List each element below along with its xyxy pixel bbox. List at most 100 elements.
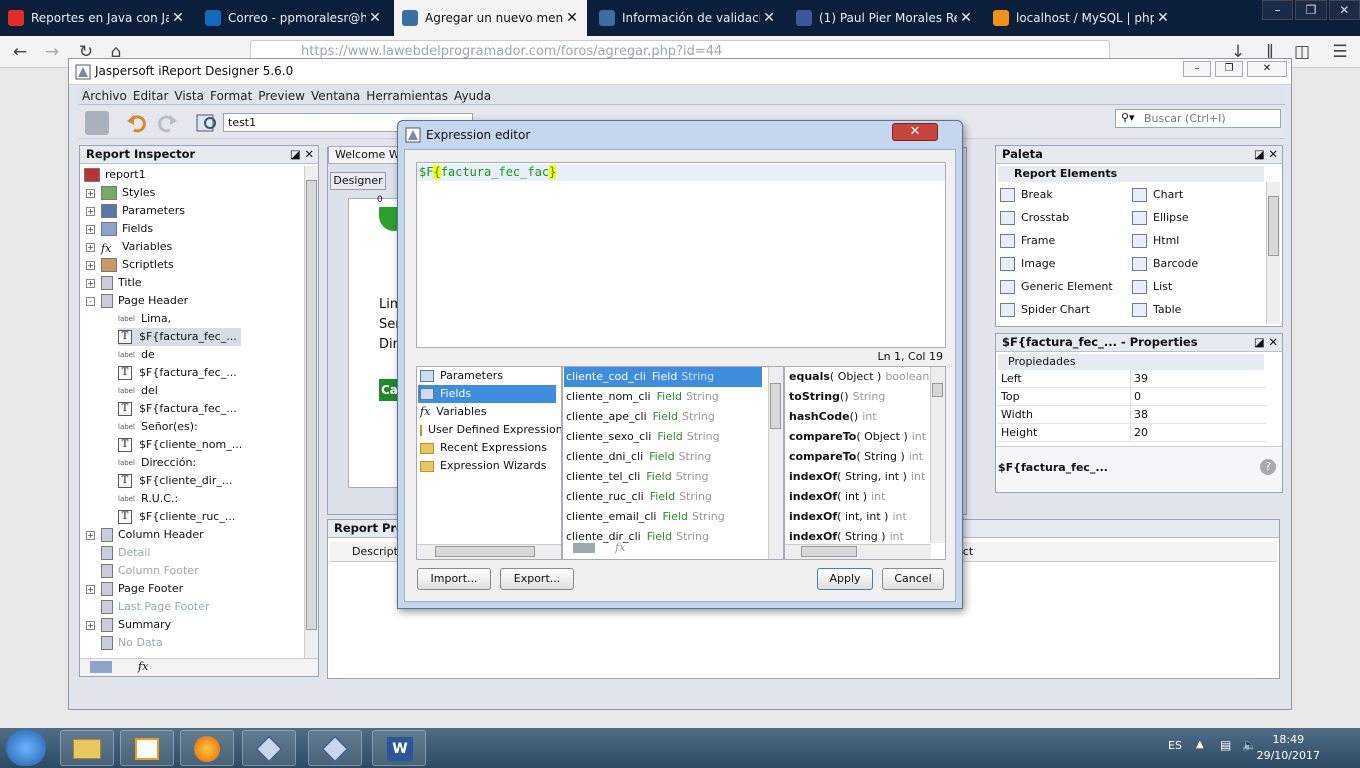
category-item[interactable]: Expression Wizards [418,457,556,475]
browser-tab[interactable]: Correo - ppmoralesr@hot ✕ [197,0,390,36]
import-button[interactable]: Import... [417,568,491,590]
tree-item[interactable]: + fx Variables [86,238,172,256]
fields-scrollbar[interactable] [768,367,783,559]
tab-close-icon[interactable]: ✕ [957,10,975,26]
palette-item[interactable]: Frame [1000,230,1055,252]
tab-designer[interactable]: Designer [330,172,386,190]
tree-expander-icon[interactable]: + [86,242,95,252]
category-list[interactable]: Parameters Fields fx Variables User Defined … [416,366,562,560]
help-icon[interactable]: ? [1260,459,1276,475]
panel-close-icon[interactable]: ◪ ✕ [1254,334,1278,351]
ireport-minimize-icon[interactable]: – [1183,61,1211,77]
tree-expander-icon[interactable] [86,602,95,612]
browser-tab[interactable]: Reportes en Java con Jasp✕ [0,0,193,36]
ireport-close-icon[interactable]: ✕ [1247,61,1287,77]
menu-item[interactable]: Vista [171,87,207,105]
field-item[interactable]: cliente_tel_cli Field String [564,467,762,487]
method-item[interactable]: indexOf( String ) int [786,527,904,547]
tree-item[interactable]: + Title [86,274,142,292]
palette-item[interactable]: Image [1000,253,1055,275]
category-item[interactable]: Fields [418,385,556,403]
menu-item[interactable]: Herramientas [363,87,451,105]
restore-icon[interactable]: ❐ [1295,0,1327,20]
category-item[interactable]: Parameters [418,367,556,385]
tree-item[interactable]: + Fields [86,220,153,238]
field-item[interactable]: cliente_dir_cli Field String [564,527,762,547]
palette-item[interactable]: Generic Element [1000,276,1113,298]
tree-item[interactable]: label del [118,382,158,400]
redo-icon[interactable] [155,111,179,135]
tree-item[interactable]: + Styles [86,184,155,202]
app-cube-task-icon[interactable] [242,730,296,766]
palette-item[interactable]: Table [1132,299,1181,321]
start-button[interactable] [6,730,46,766]
category-item[interactable]: User Defined Expressions [418,421,561,439]
tree-item[interactable]: + Parameters [86,202,185,220]
palette-item[interactable]: List [1132,276,1172,298]
palette-item[interactable]: Crosstab [1000,207,1069,229]
property-row[interactable]: Height 20 [998,424,1266,442]
tree-item[interactable]: report1 [84,166,146,184]
tree-expander-icon[interactable] [86,566,95,576]
search-input[interactable]: Buscar (Ctrl+I) [1115,109,1281,128]
method-item[interactable]: indexOf( int ) int [786,487,885,507]
word-task-icon[interactable]: W [372,730,426,766]
tree-expander-icon[interactable]: + [86,188,95,198]
tree-item[interactable]: label R.U.C.: [118,490,178,508]
tree-item[interactable]: + Scriptlets [86,256,174,274]
tree-item[interactable]: label de [118,346,155,364]
property-row[interactable]: Width 38 [998,406,1266,424]
tree-item[interactable]: Column Footer [86,562,199,580]
palette-item[interactable]: Html [1132,230,1179,252]
tree-expander-icon[interactable] [86,638,95,648]
panel-close-icon[interactable]: ◪ ✕ [290,146,314,163]
tree-expander-icon[interactable]: + [86,224,95,234]
palette-item[interactable]: Ellipse [1132,207,1189,229]
cancel-button[interactable]: Cancel [882,568,944,590]
category-hscrollbar[interactable] [417,544,561,559]
browser-tab[interactable]: Información de validación✕ [591,0,784,36]
tree-expander-icon[interactable]: + [86,206,95,216]
field-item[interactable]: cliente_ape_cli Field String [564,407,762,427]
save-icon[interactable] [85,111,109,135]
firefox-task-icon[interactable] [180,730,234,766]
field-item[interactable]: cliente_sexo_cli Field String [564,427,762,447]
clock[interactable]: 18:49 29/10/2017 [1257,732,1320,764]
method-item[interactable]: compareTo( String ) int [786,447,923,467]
palette-item[interactable]: Barcode [1132,253,1198,275]
methods-list[interactable]: equals( Object ) boolean toString() String h… [784,366,946,560]
field-item[interactable]: cliente_ruc_cli Field String [564,487,762,507]
menu-icon[interactable]: ☰ [1328,41,1352,63]
field-item[interactable]: cliente_dni_cli Field String [564,447,762,467]
fields-icon[interactable] [90,661,112,673]
menu-item[interactable]: Preview [255,87,308,105]
property-row[interactable]: Top 0 [998,388,1266,406]
tree-item[interactable]: No Data [86,634,163,652]
menu-item[interactable]: Archivo [79,87,130,105]
network-icon[interactable]: ▤ [1220,738,1231,752]
undo-icon[interactable] [125,111,149,135]
field-item[interactable]: cliente_email_cli Field String [564,507,762,527]
tree-expander-icon[interactable]: + [86,530,95,540]
field-item[interactable]: cliente_cod_cli Field String [564,367,762,387]
tree-expander-icon[interactable]: + [86,584,95,594]
tree-expander-icon[interactable]: + [86,260,95,270]
method-item[interactable]: compareTo( Object ) int [786,427,926,447]
tree-item[interactable]: T $F{cliente_dir_... [118,472,232,490]
export-button[interactable]: Export... [500,568,574,590]
method-item[interactable]: indexOf( int, int ) int [786,507,907,527]
field-item[interactable]: cliente_nom_cli Field String [564,387,762,407]
app-cube2-task-icon[interactable] [308,730,362,766]
tray-arrow-icon[interactable]: ▲ [1196,739,1204,750]
method-item[interactable]: hashCode() int [786,407,877,427]
browser-tab[interactable]: localhost / MySQL | phpM ✕ [985,0,1178,36]
palette-item[interactable]: Chart [1132,184,1183,206]
menu-item[interactable]: Editar [130,87,172,105]
tree-item[interactable]: T $F{factura_fec_... [118,400,237,418]
tab-close-icon[interactable]: ✕ [1154,10,1172,26]
inspector-scrollbar[interactable] [304,166,318,658]
tree-expander-icon[interactable] [86,548,95,558]
tree-expander-icon[interactable]: - [86,296,95,306]
menu-item[interactable]: Ventana [308,87,363,105]
close-icon[interactable]: ✕ [1328,0,1360,20]
